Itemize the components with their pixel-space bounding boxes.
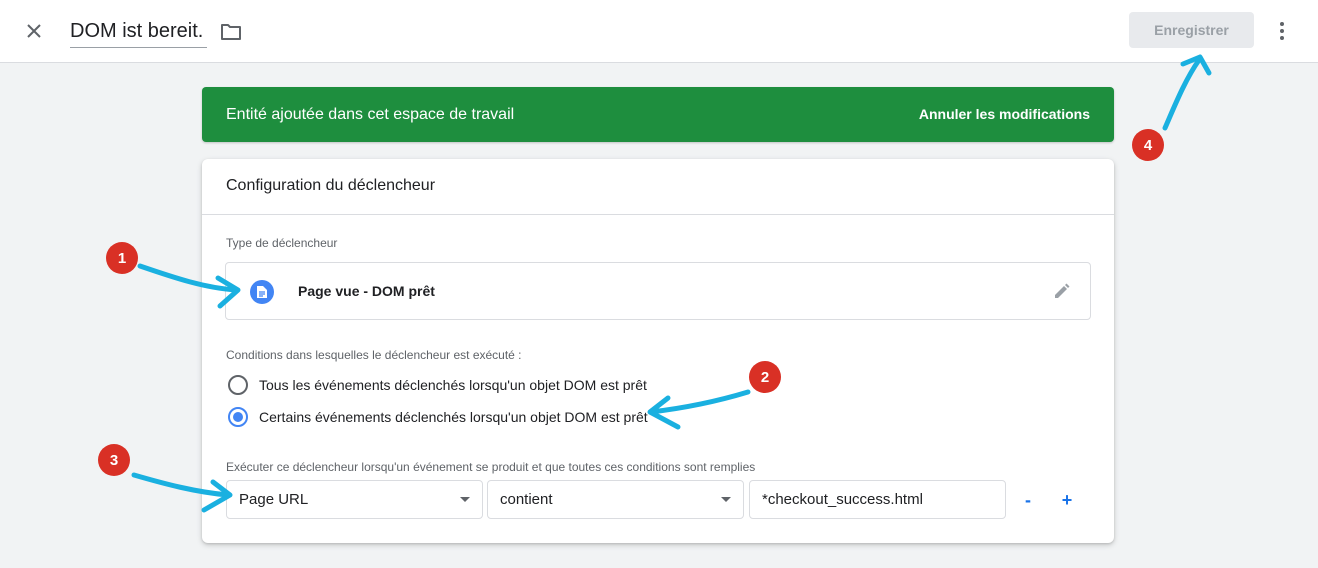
condition-value-input[interactable]: *checkout_success.html	[749, 480, 1006, 519]
radio-label: Tous les événements déclenchés lorsqu'un…	[259, 377, 647, 393]
trigger-config-card: Configuration du déclencheur Type de déc…	[202, 159, 1114, 543]
annotation-badge-3: 3	[98, 444, 130, 476]
document-icon	[250, 280, 274, 304]
annotation-badge-4: 4	[1132, 129, 1164, 161]
dropdown-arrow-icon	[721, 497, 731, 502]
undo-changes-link[interactable]: Annuler les modifications	[919, 87, 1090, 142]
card-title: Configuration du déclencheur	[226, 177, 436, 194]
variable-select-value: Page URL	[239, 491, 309, 508]
trigger-type-label: Type de déclencheur	[226, 236, 338, 250]
conditions-label: Conditions dans lesquelles le déclencheu…	[226, 348, 522, 362]
trigger-type-selector[interactable]: Page vue - DOM prêt	[225, 262, 1091, 320]
banner-message: Entité ajoutée dans cet espace de travai…	[226, 106, 515, 123]
success-banner: Entité ajoutée dans cet espace de travai…	[202, 87, 1114, 142]
folder-icon[interactable]	[218, 19, 244, 45]
radio-button[interactable]	[228, 375, 248, 395]
remove-condition-button[interactable]: -	[1014, 486, 1042, 514]
more-vert-icon[interactable]	[1270, 17, 1294, 45]
card-header: Configuration du déclencheur	[202, 159, 1114, 215]
save-button[interactable]: Enregistrer	[1129, 12, 1254, 48]
pencil-icon[interactable]	[1050, 279, 1074, 303]
annotation-badge-2: 2	[749, 361, 781, 393]
radio-label: Certains événements déclenchés lorsqu'un…	[259, 409, 648, 425]
variable-select[interactable]: Page URL	[226, 480, 483, 519]
top-bar: DOM ist bereit. Enregistrer	[0, 0, 1318, 63]
close-icon[interactable]	[20, 17, 48, 45]
dropdown-arrow-icon	[460, 497, 470, 502]
arrow-4	[1162, 57, 1202, 131]
radio-all-events[interactable]: Tous les événements déclenchés lorsqu'un…	[228, 373, 647, 397]
trigger-type-name: Page vue - DOM prêt	[298, 283, 435, 299]
operator-select[interactable]: contient	[487, 480, 744, 519]
add-condition-button[interactable]: +	[1053, 486, 1081, 514]
radio-button-selected[interactable]	[228, 407, 248, 427]
filter-label: Exécuter ce déclencheur lorsqu'un événem…	[226, 460, 756, 474]
trigger-name-field[interactable]: DOM ist bereit.	[70, 14, 207, 48]
radio-some-events[interactable]: Certains événements déclenchés lorsqu'un…	[228, 405, 648, 429]
operator-select-value: contient	[500, 491, 553, 508]
annotation-badge-1: 1	[106, 242, 138, 274]
